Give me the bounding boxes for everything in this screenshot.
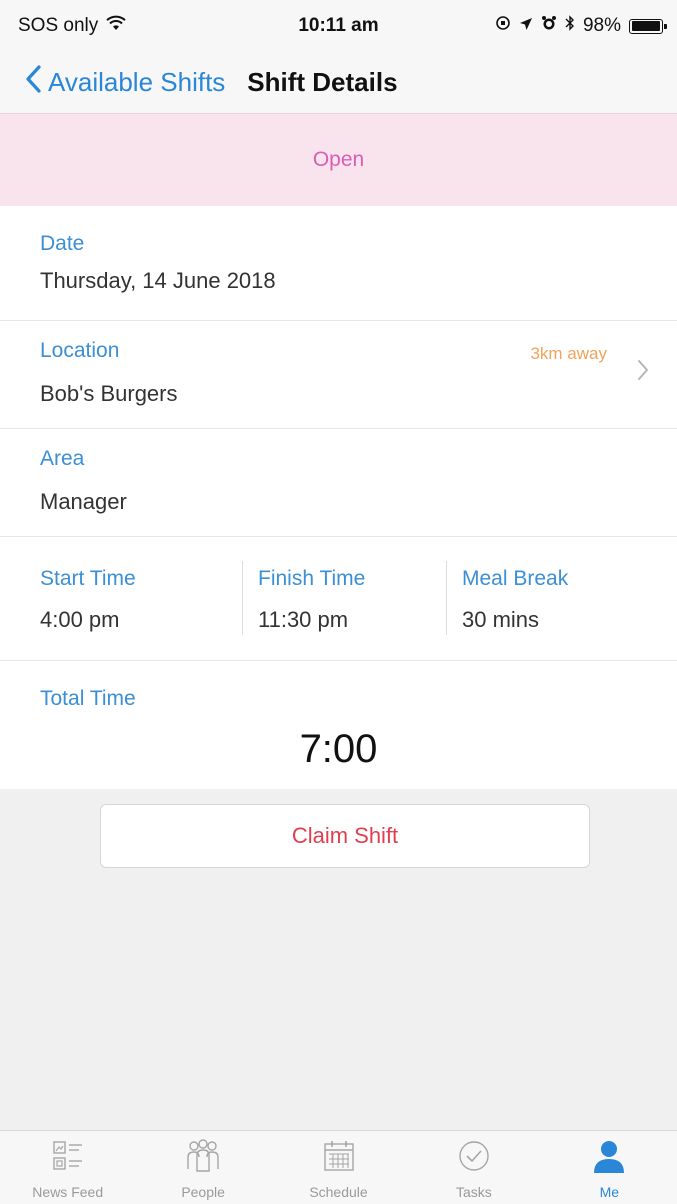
shift-status-text: Open: [312, 148, 365, 171]
page-title: Shift Details: [247, 67, 398, 97]
tab-people-label: People: [181, 1184, 225, 1200]
back-button-label: Available Shifts: [48, 67, 226, 97]
finish-time-label: Finish Time: [258, 567, 366, 590]
location-distance: 3km away: [530, 344, 607, 363]
shift-details: Date Thursday, 14 June 2018 Location Bob…: [0, 206, 677, 789]
tab-news-feed-label: News Feed: [32, 1184, 104, 1200]
start-time-column: Start Time 4:00 pm: [0, 537, 242, 660]
tab-tasks[interactable]: Tasks: [406, 1131, 541, 1204]
wifi-icon: [106, 15, 126, 37]
total-time-value: 7:00: [299, 727, 378, 771]
start-time-label: Start Time: [40, 567, 136, 590]
date-value: Thursday, 14 June 2018: [40, 268, 276, 293]
tab-schedule[interactable]: Schedule: [271, 1131, 406, 1204]
area-value: Manager: [40, 489, 127, 514]
status-left: SOS only: [18, 15, 126, 37]
date-row: Date Thursday, 14 June 2018: [0, 206, 677, 321]
carrier-text: SOS only: [18, 15, 99, 36]
shift-status-banner: Open: [0, 114, 677, 206]
total-time-label: Total Time: [40, 687, 136, 710]
tab-bar: News Feed People Schedule Tasks Me: [0, 1130, 677, 1204]
lock-rotation-icon: [495, 15, 511, 37]
date-label: Date: [40, 232, 85, 255]
tab-me[interactable]: Me: [542, 1131, 677, 1204]
location-arrow-icon: [519, 15, 533, 37]
times-row: Start Time 4:00 pm Finish Time 11:30 pm …: [0, 537, 677, 661]
tab-people[interactable]: People: [135, 1131, 270, 1204]
area-label: Area: [40, 447, 85, 470]
meal-break-column: Meal Break 30 mins: [446, 561, 677, 635]
claim-shift-button[interactable]: Claim Shift: [100, 804, 590, 868]
finish-time-value: 11:30 pm: [258, 607, 349, 632]
navigation-bar: Available Shifts Shift Details: [0, 52, 677, 114]
location-value: Bob's Burgers: [40, 381, 178, 406]
tab-news-feed[interactable]: News Feed: [0, 1131, 135, 1204]
meal-break-value: 30 mins: [462, 607, 540, 632]
schedule-icon: [322, 1139, 356, 1178]
start-time-value: 4:00 pm: [40, 607, 120, 632]
action-area: Claim Shift: [0, 790, 677, 1130]
me-icon: [592, 1139, 626, 1178]
chevron-right-icon: [637, 359, 649, 386]
battery-icon: [629, 18, 667, 34]
location-row[interactable]: Location Bob's Burgers 3km away: [0, 321, 677, 429]
news-feed-icon: [51, 1139, 85, 1178]
battery-percent: 98%: [582, 15, 621, 36]
chevron-left-icon: [24, 64, 48, 101]
alarm-icon: [541, 15, 557, 37]
people-icon: [183, 1139, 223, 1178]
status-bar: SOS only 10:11 am 98%: [0, 0, 677, 52]
tab-schedule-label: Schedule: [309, 1184, 368, 1200]
tab-tasks-label: Tasks: [456, 1184, 492, 1200]
tab-me-label: Me: [599, 1184, 620, 1200]
status-right: 98%: [495, 15, 667, 37]
bluetooth-icon: [565, 15, 575, 37]
tasks-icon: [457, 1139, 491, 1178]
total-time-row: Total Time 7:00: [0, 661, 677, 789]
meal-break-label: Meal Break: [462, 567, 569, 590]
back-button[interactable]: Available Shifts: [0, 64, 225, 101]
finish-time-column: Finish Time 11:30 pm: [242, 561, 446, 635]
area-row: Area Manager: [0, 429, 677, 537]
